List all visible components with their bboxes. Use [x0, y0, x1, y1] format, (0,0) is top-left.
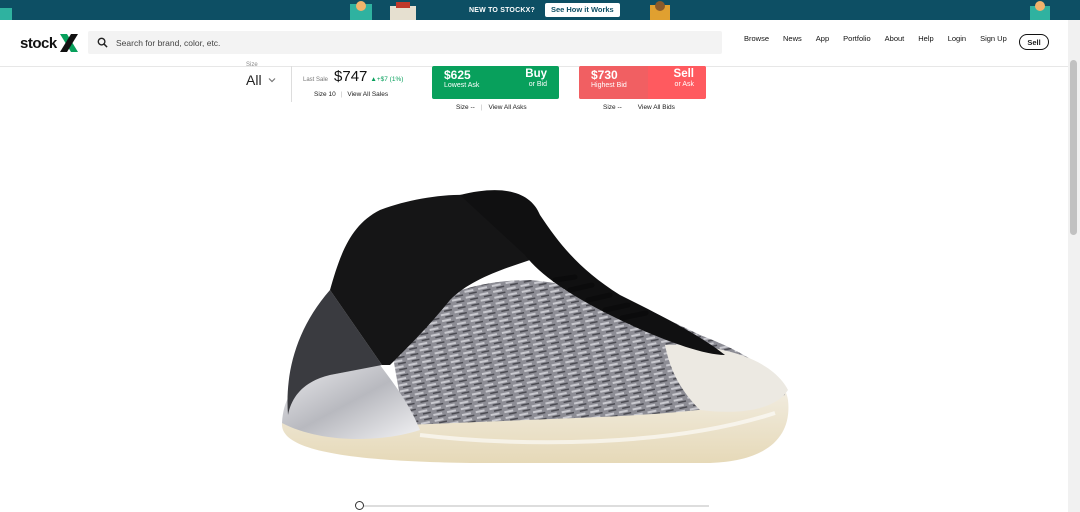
sell-label: Sell: [673, 68, 694, 80]
nav-sign-up[interactable]: Sign Up: [980, 34, 1007, 43]
last-sale-label: Last Sale: [303, 77, 329, 83]
banner-illustration-left: [350, 1, 416, 20]
banner-illustration-far-right: [1030, 1, 1050, 20]
size-label: Size: [246, 62, 258, 68]
site-header: stock Browse News App Portfolio About He…: [0, 20, 1068, 67]
buy-label: Buy: [525, 68, 547, 80]
size-selector[interactable]: Size All: [246, 62, 276, 88]
main-nav: Browse News App Portfolio About Help Log…: [744, 34, 1021, 43]
nav-news[interactable]: News: [783, 34, 802, 43]
stockx-logo[interactable]: stock: [20, 31, 80, 55]
see-how-it-works-button[interactable]: See How it Works: [544, 3, 620, 17]
nav-app[interactable]: App: [816, 34, 829, 43]
last-sale-block: Last Sale $747 ▲+$7 (1%) Size 10 | View …: [303, 68, 403, 98]
image-rotation-slider[interactable]: [355, 501, 709, 510]
market-divider: [291, 66, 292, 102]
view-all-bids-link[interactable]: View All Bids: [638, 104, 675, 111]
search-bar[interactable]: [88, 31, 722, 54]
lowest-ask-price: $625: [444, 68, 471, 82]
nav-about[interactable]: About: [885, 34, 905, 43]
link-separator: |: [480, 104, 483, 111]
nav-login[interactable]: Login: [948, 34, 966, 43]
slider-handle[interactable]: [355, 501, 364, 510]
lowest-ask-label: Lowest Ask: [444, 82, 480, 90]
product-image: [281, 190, 789, 463]
or-ask-label: or Ask: [674, 80, 694, 88]
sell-or-ask-button[interactable]: $730 Highest Bid Sell or Ask: [579, 66, 706, 99]
ask-size-text: Size --: [456, 104, 475, 111]
scrollbar-thumb[interactable]: [1070, 60, 1077, 235]
ask-links: Size -- | View All Asks: [456, 104, 527, 111]
last-sale-price: $747: [334, 68, 368, 85]
search-input[interactable]: [114, 36, 698, 49]
nav-portfolio[interactable]: Portfolio: [843, 34, 871, 43]
buy-or-bid-button[interactable]: $625 Lowest Ask Buy or Bid: [432, 66, 559, 99]
bid-size-text: Size --: [603, 104, 622, 111]
sell-button[interactable]: Sell: [1019, 34, 1049, 50]
banner-illustration-far-left: [0, 8, 12, 20]
slider-track[interactable]: [357, 505, 709, 507]
chevron-down-icon[interactable]: [268, 76, 276, 84]
view-all-asks-link[interactable]: View All Asks: [488, 104, 526, 111]
or-bid-label: or Bid: [528, 80, 547, 88]
highest-bid-label: Highest Bid: [591, 82, 627, 90]
size-value[interactable]: All: [246, 72, 262, 88]
last-sale-change: ▲+$7 (1%): [370, 76, 404, 83]
page-scrollbar[interactable]: [1068, 20, 1080, 512]
bid-links: Size -- View All Bids: [603, 104, 675, 111]
banner-text: NEW TO STOCKX?: [469, 6, 535, 14]
search-icon: [97, 37, 108, 48]
highest-bid-price: $730: [591, 68, 618, 82]
logo-wordmark: stock: [20, 34, 57, 52]
nav-browse[interactable]: Browse: [744, 34, 769, 43]
view-all-sales-link[interactable]: View All Sales: [347, 91, 388, 98]
last-sale-size: Size 10: [314, 91, 336, 98]
nav-help[interactable]: Help: [918, 34, 933, 43]
logo-x-icon: [59, 34, 78, 52]
link-separator: |: [340, 91, 343, 98]
promo-banner: NEW TO STOCKX? See How it Works: [0, 0, 1080, 20]
banner-illustration-right: [650, 1, 670, 20]
